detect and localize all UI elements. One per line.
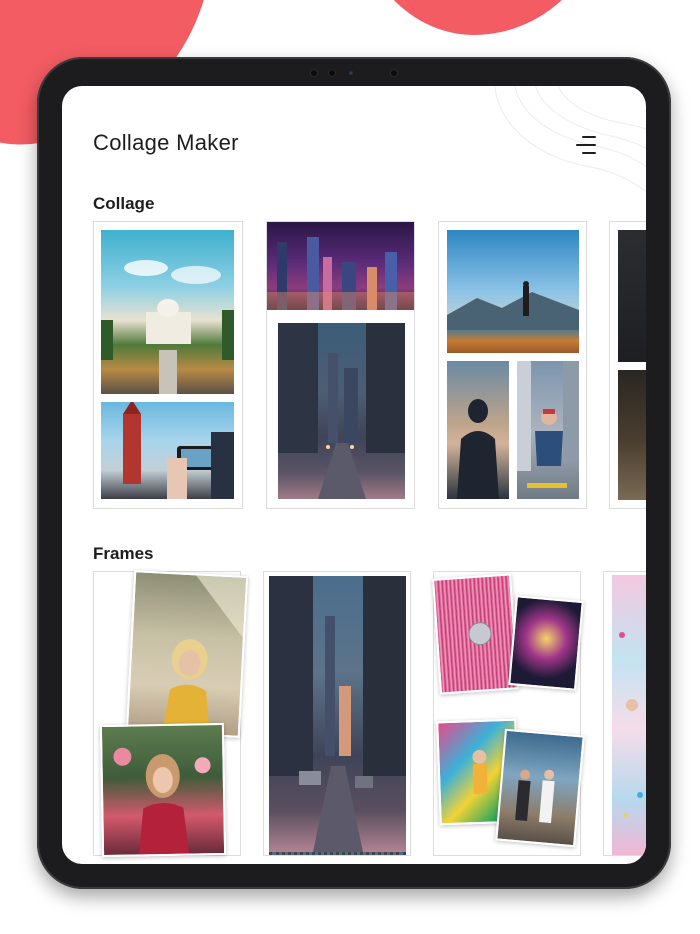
sensor-dot [390,69,398,77]
photo-woman-flowers [99,722,227,858]
menu-line [582,152,596,154]
section-title-frames: Frames [93,544,154,563]
photo-fireworks-night [508,595,584,691]
photo-pastel-party [612,575,646,855]
frame-template-2[interactable] [263,571,411,856]
frame-template-4[interactable] [603,571,646,856]
sensor-dot [328,69,336,77]
contour-decoration [494,86,646,193]
photo-palace-garden [101,230,234,394]
photo-friends-street [495,728,585,848]
photo-disco-ball-tinsel [432,573,519,695]
photo-hiker-mountain-view [447,230,579,353]
camera-bar [298,67,408,79]
frame-template-3[interactable] [432,571,585,856]
camera-icon [349,71,353,75]
photo-blonde-woman [125,570,249,738]
photo-dark-portrait [618,230,646,362]
frame-template-1[interactable] [93,570,249,858]
photo-city-street-stamp [269,576,406,855]
app-screen: Collage Maker Collage Frames [62,86,646,864]
photo-skater-city [517,361,579,499]
photo-city-street-dusk [278,323,405,499]
menu-icon[interactable] [570,134,596,156]
background-blob-top [350,0,610,35]
menu-line [582,136,596,138]
photo-night-city-skyline [267,222,414,310]
sensor-dot [310,69,318,77]
app-title: Collage Maker [93,130,239,155]
photo-silhouette-sunset [447,361,509,499]
collage-template-2[interactable] [266,221,415,509]
collage-template-3[interactable] [438,221,587,509]
menu-line [576,144,596,146]
photo-red-tower-phone [101,402,234,499]
section-title-collage: Collage [93,194,155,213]
photo-dark-plants [618,370,646,500]
collage-template-4[interactable] [609,221,646,509]
collage-template-1[interactable] [93,221,243,509]
